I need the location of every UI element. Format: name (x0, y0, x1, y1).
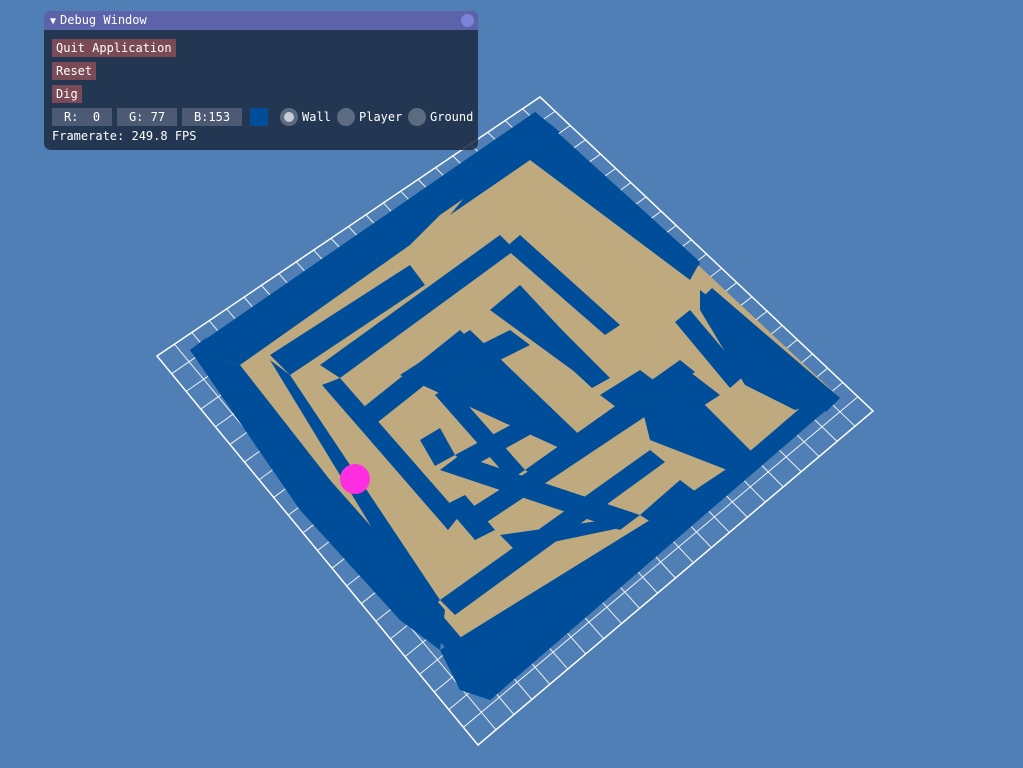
radio-dot-icon[interactable] (280, 108, 298, 126)
blue-value-field[interactable]: B:153 (182, 108, 242, 126)
collapse-arrow-icon[interactable]: ▼ (50, 16, 56, 27)
radio-dot-icon[interactable] (337, 108, 355, 126)
quit-application-button[interactable]: Quit Application (52, 39, 176, 57)
player-marker (340, 464, 370, 494)
debug-window[interactable]: ▼ Debug Window Quit Application Reset Dig… (44, 11, 478, 150)
debug-window-title: Debug Window (60, 13, 147, 27)
radio-wall-label: Wall (302, 110, 331, 124)
window-close-icon[interactable] (461, 14, 474, 27)
radio-ground-label: Ground (430, 110, 474, 124)
color-swatch[interactable] (250, 108, 268, 126)
radio-player[interactable]: Player (337, 106, 402, 128)
red-value-field[interactable]: R: 0 (52, 108, 112, 126)
radio-dot-icon[interactable] (408, 108, 426, 126)
radio-ground[interactable]: Ground (408, 106, 473, 128)
reset-button[interactable]: Reset (52, 62, 97, 80)
dig-button[interactable]: Dig (52, 85, 82, 103)
debug-window-titlebar[interactable]: ▼ Debug Window (44, 11, 478, 30)
framerate-readout: Framerate: 249.8 FPS (52, 129, 197, 143)
radio-player-label: Player (359, 110, 403, 124)
radio-wall[interactable]: Wall (280, 106, 331, 128)
green-value-field[interactable]: G: 77 (117, 108, 177, 126)
